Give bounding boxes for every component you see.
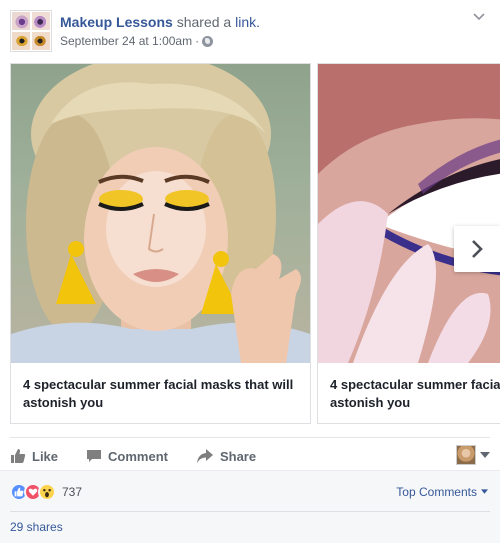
link-text[interactable]: link. bbox=[235, 14, 260, 30]
divider bbox=[10, 437, 490, 438]
post-meta: September 24 at 1:00am · bbox=[60, 33, 214, 49]
comment-button[interactable]: Comment bbox=[86, 448, 168, 464]
wow-icon bbox=[38, 483, 56, 501]
carousel-next-button[interactable] bbox=[454, 226, 500, 272]
reaction-count[interactable]: 737 bbox=[62, 485, 82, 499]
comment-label: Comment bbox=[108, 448, 168, 464]
link-carousel: 4 spectacular summer facial masks that w… bbox=[10, 63, 500, 424]
chevron-right-icon bbox=[472, 240, 483, 258]
like-label: Like bbox=[32, 448, 59, 464]
page-name-link[interactable]: Makeup Lessons bbox=[60, 14, 173, 30]
post-timestamp[interactable]: September 24 at 1:00am bbox=[60, 33, 192, 49]
divider bbox=[10, 511, 490, 512]
like-button[interactable]: Like bbox=[10, 448, 58, 464]
eye-makeup-closeup-photo[interactable] bbox=[318, 64, 500, 363]
facebook-post: Makeup Lessons shared a link. September … bbox=[0, 0, 500, 543]
comment-sort-dropdown[interactable]: Top Comments bbox=[396, 485, 488, 499]
card-caption[interactable]: 4 spectacular summer facial masks that w… bbox=[23, 376, 305, 412]
comment-sort-label: Top Comments bbox=[396, 485, 477, 499]
caret-down-icon bbox=[480, 452, 490, 458]
shared-text: shared a bbox=[176, 14, 232, 30]
share-arrow-icon bbox=[196, 449, 213, 463]
share-label: Share bbox=[219, 448, 257, 464]
thumbs-up-icon bbox=[11, 449, 26, 463]
post-as-selector[interactable] bbox=[456, 445, 490, 465]
action-bar: Like Comment Share bbox=[10, 444, 490, 468]
post-title: Makeup Lessons shared a link. bbox=[60, 12, 260, 32]
carousel-card[interactable]: 4 spectacular summer facial masks that w… bbox=[10, 63, 311, 424]
share-button[interactable]: Share bbox=[196, 448, 256, 464]
woman-yellow-eyeshadow-photo[interactable] bbox=[11, 64, 310, 363]
card-caption[interactable]: 4 spectacular summer facial masks that w… bbox=[330, 376, 500, 412]
chevron-down-icon[interactable] bbox=[472, 12, 486, 22]
post-header: Makeup Lessons shared a link. September … bbox=[10, 10, 490, 56]
comment-icon bbox=[87, 450, 102, 462]
user-avatar bbox=[456, 445, 476, 465]
meta-separator: · bbox=[195, 34, 200, 48]
page-avatar[interactable] bbox=[10, 10, 52, 52]
post-footer: 737 Top Comments 29 shares bbox=[0, 470, 500, 543]
caret-down-icon bbox=[481, 489, 488, 494]
shares-count[interactable]: 29 shares bbox=[10, 520, 63, 534]
globe-icon[interactable] bbox=[202, 35, 214, 47]
reactions-summary[interactable]: 737 bbox=[10, 483, 82, 501]
